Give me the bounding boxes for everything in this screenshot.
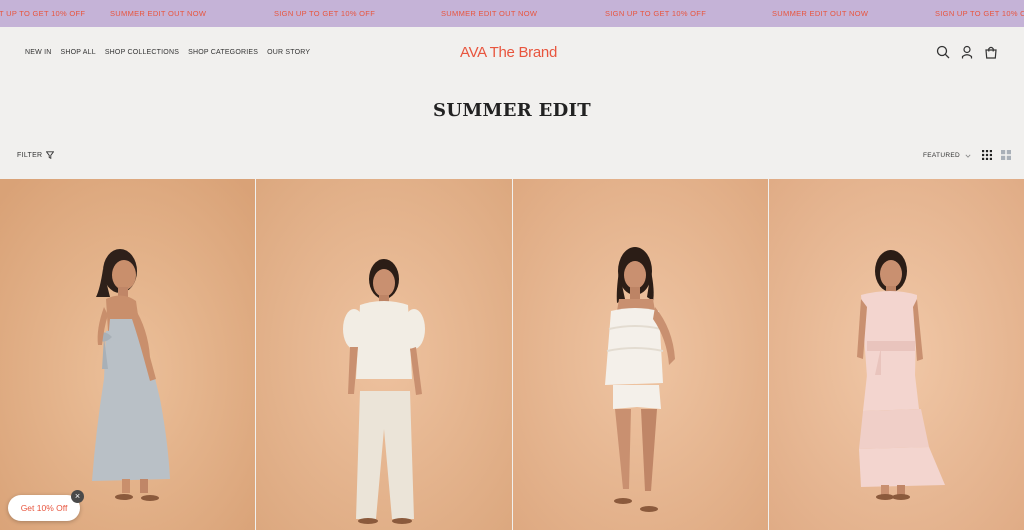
product-image [512,179,768,530]
nav-item-shop-categories[interactable]: SHOP CATEGORIES [188,49,258,56]
product-card[interactable] [256,179,512,530]
product-grid [0,179,1024,530]
filter-icon [46,151,55,159]
view-toggle [982,150,1011,160]
product-image [0,179,256,530]
filter-label: FILTER [17,151,43,159]
grid-4-icon[interactable] [982,150,992,160]
announcement-message[interactable]: SIGN UP TO GET 10% OFF [605,9,706,18]
nav-item-new-in[interactable]: NEW IN [25,49,51,56]
announcement-message[interactable]: T UP TO GET 10% OFF [0,9,85,18]
site-header: NEW IN SHOP ALL SHOP COLLECTIONS SHOP CA… [0,27,1024,79]
product-image [768,179,1024,530]
product-image [256,179,512,530]
product-card[interactable] [0,179,256,530]
filter-button[interactable]: FILTER [17,151,55,159]
promo-button[interactable]: Get 10% Off [8,495,80,521]
search-icon[interactable] [936,45,950,59]
announcement-bar: T UP TO GET 10% OFF SUMMER EDIT OUT NOW … [0,0,1024,27]
announcement-message[interactable]: SUMMER EDIT OUT NOW [772,9,868,18]
account-icon[interactable] [960,45,974,59]
header-icons [936,45,998,59]
nav-item-shop-collections[interactable]: SHOP COLLECTIONS [105,49,179,56]
sort-label: FEATURED [923,152,960,159]
nav-item-our-story[interactable]: OUR STORY [267,49,310,56]
brand-logo[interactable]: AVA The Brand [460,44,557,61]
nav-item-shop-all[interactable]: SHOP ALL [60,49,95,56]
page-title: SUMMER EDIT [433,100,591,121]
announcement-message[interactable]: SIGN UP TO GET 10% OFF [935,9,1024,18]
bag-icon[interactable] [984,45,998,59]
announcement-message[interactable]: SIGN UP TO GET 10% OFF [274,9,375,18]
chevron-down-icon [965,154,971,158]
sort-dropdown[interactable]: FEATURED [923,152,971,159]
main-nav: NEW IN SHOP ALL SHOP COLLECTIONS SHOP CA… [25,49,319,56]
close-icon[interactable]: × [71,490,84,503]
product-card[interactable] [768,179,1024,530]
announcement-message[interactable]: SUMMER EDIT OUT NOW [441,9,537,18]
announcement-message[interactable]: SUMMER EDIT OUT NOW [110,9,206,18]
grid-2-icon[interactable] [1001,150,1011,160]
product-card[interactable] [512,179,768,530]
